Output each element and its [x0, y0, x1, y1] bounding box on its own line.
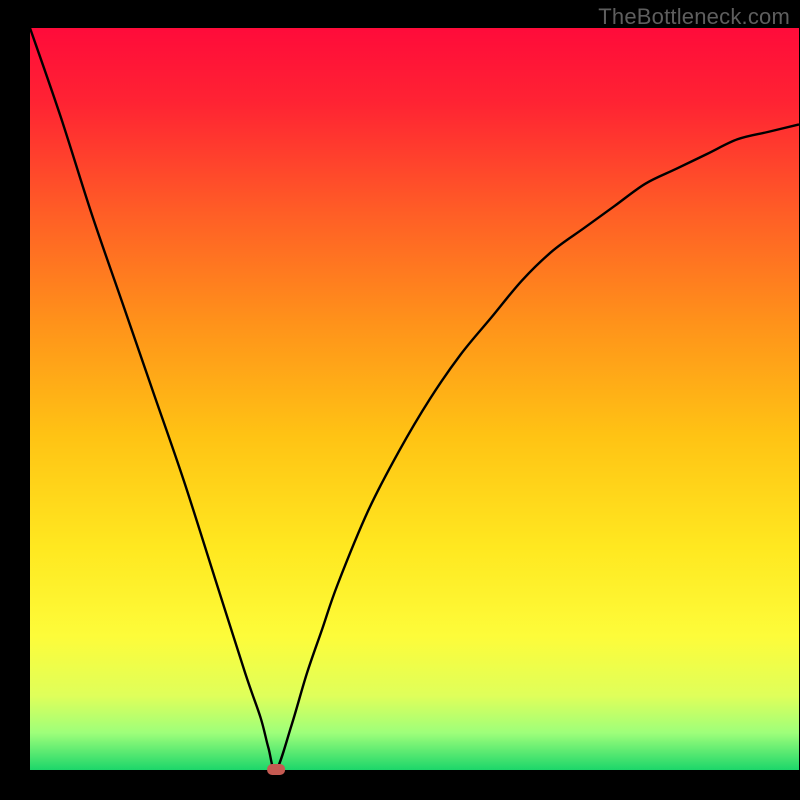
- min-marker: [267, 764, 285, 775]
- watermark-text: TheBottleneck.com: [598, 4, 790, 30]
- bottleneck-chart: [0, 0, 800, 800]
- chart-frame: TheBottleneck.com: [0, 0, 800, 800]
- plot-background: [30, 28, 799, 770]
